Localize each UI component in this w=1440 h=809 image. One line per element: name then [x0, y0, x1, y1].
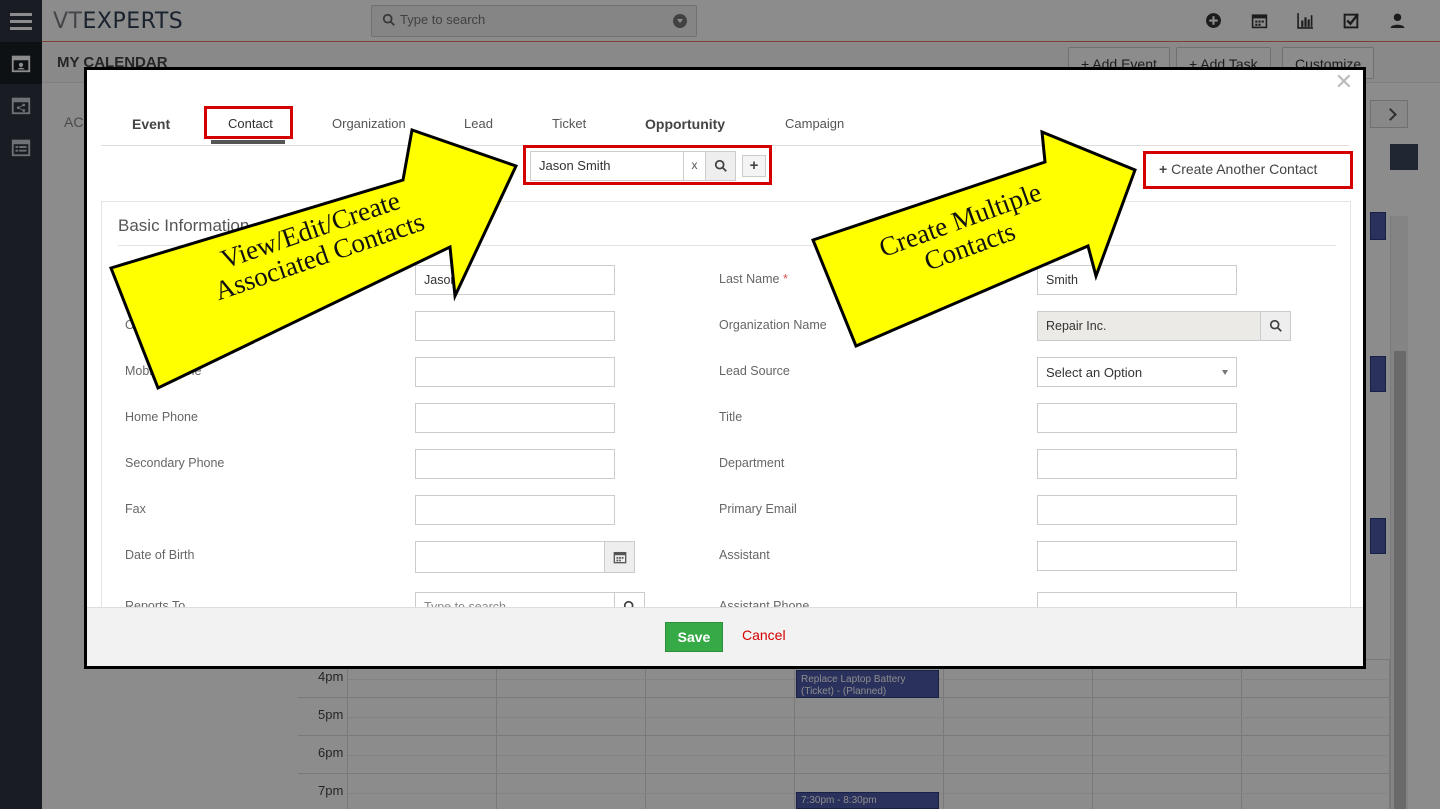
home-phone-field[interactable] [415, 403, 615, 433]
field-label: Department [719, 456, 785, 470]
highlight-box [523, 145, 772, 185]
tab-ticket[interactable]: Ticket [552, 116, 586, 131]
fax-field[interactable] [415, 495, 615, 525]
department-field[interactable] [1037, 449, 1237, 479]
date-picker-button[interactable] [604, 541, 635, 573]
secondary-phone-field[interactable] [415, 449, 615, 479]
field-label: Secondary Phone [125, 456, 225, 470]
office-phone-field[interactable] [415, 311, 615, 341]
section-title: Basic Information [118, 216, 250, 235]
search-icon [1269, 319, 1282, 332]
title-field[interactable] [1037, 403, 1237, 433]
field-label: Home Phone [125, 410, 198, 424]
field-label: Assistant [719, 548, 770, 562]
field-label: Mobile Phone [125, 364, 202, 378]
field-label: Organization Name [719, 318, 827, 332]
last-name-field[interactable]: Smith [1037, 265, 1237, 295]
active-tab-indicator [211, 140, 285, 144]
field-label: Fax [125, 502, 146, 516]
tab-event[interactable]: Event [132, 116, 170, 132]
date-of-birth-field[interactable] [415, 541, 605, 573]
organization-name-field[interactable]: Repair Inc. [1037, 311, 1261, 341]
highlight-box [1143, 151, 1353, 189]
field-label: Date of Birth [125, 548, 195, 562]
primary-email-field[interactable] [1037, 495, 1237, 525]
first-name-field[interactable]: Jason [415, 265, 615, 295]
field-label: Primary Email [719, 502, 797, 516]
organization-search-button[interactable] [1260, 311, 1291, 341]
mobile-phone-field[interactable] [415, 357, 615, 387]
highlight-box [204, 106, 293, 139]
lead-source-select[interactable]: Select an Option [1037, 357, 1237, 387]
tab-lead[interactable]: Lead [464, 116, 493, 131]
tab-opportunity[interactable]: Opportunity [645, 116, 725, 132]
field-label: Last Name * [719, 272, 788, 286]
close-icon[interactable]: ✕ [1335, 70, 1353, 95]
modal-footer: Save Cancel [87, 607, 1363, 666]
assistant-field[interactable] [1037, 541, 1237, 571]
field-label: Lead Source [719, 364, 790, 378]
calendar-icon [613, 551, 627, 564]
quick-create-modal: ✕ Event Contact Organization Lead Ticket… [84, 67, 1366, 669]
cancel-link[interactable]: Cancel [742, 627, 786, 643]
field-label: Office Phone [125, 318, 198, 332]
tab-campaign[interactable]: Campaign [785, 116, 844, 131]
field-label: Title [719, 410, 743, 424]
save-button[interactable]: Save [665, 622, 723, 652]
tab-organization[interactable]: Organization [332, 116, 406, 131]
